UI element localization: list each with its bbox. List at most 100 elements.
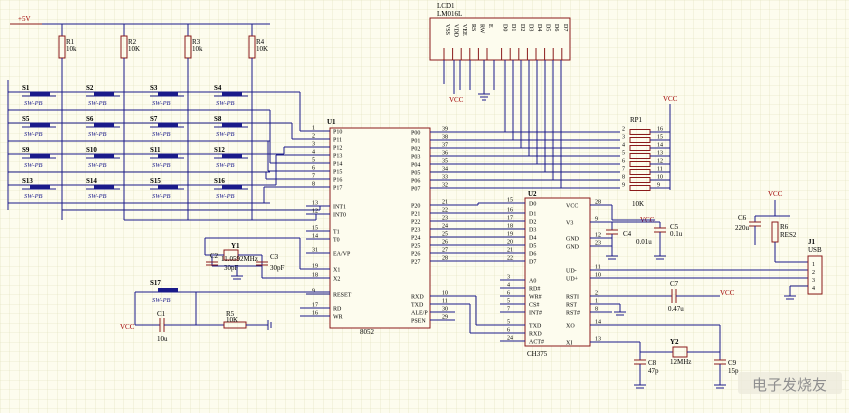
- watermark-text: 电子发烧友: [752, 377, 827, 394]
- mcu-pin-number: 36: [442, 151, 448, 157]
- c2-ref: C2: [210, 252, 219, 260]
- switch-ref: S6: [86, 115, 94, 123]
- u2-pin-number: 6: [507, 328, 510, 334]
- switch-type: SW-PB: [216, 162, 235, 169]
- lcd-pin-label: RW: [478, 24, 484, 34]
- mcu-pin-name: RD: [333, 307, 342, 313]
- mcu-pin-name: P14: [333, 162, 342, 168]
- switch-ref: S5: [22, 115, 30, 123]
- rp1-pin-right: 13: [657, 151, 663, 157]
- y2-value: 12MHz: [670, 358, 691, 366]
- rp1-pin-left: 7: [622, 167, 625, 173]
- switch-ref: S1: [22, 84, 30, 92]
- mcu-pin-number: 29: [442, 315, 448, 321]
- mcu-pin-number: 38: [442, 135, 448, 141]
- u2-pin-number: 16: [507, 208, 513, 214]
- rp1-pin-left: 3: [622, 135, 625, 141]
- u2-pin-name: D2: [529, 220, 536, 226]
- mcu-pin-number: 15: [312, 226, 318, 232]
- switch-ref: S10: [86, 146, 97, 154]
- lcd-pin-label: VDD: [453, 24, 459, 38]
- mcu-pin-number: 3: [312, 142, 315, 148]
- u2-pin-name: UD-: [566, 269, 577, 275]
- j1-ref: J1: [808, 238, 816, 246]
- mcu-pin-name: P12: [333, 146, 342, 152]
- c3-value: 30pF: [270, 264, 285, 272]
- u2-pin-name: RXD: [529, 332, 542, 338]
- r6-value: RES2: [780, 231, 797, 239]
- u2-pin-number: 4: [507, 283, 510, 289]
- rp1-vcc-label: VCC: [663, 95, 678, 103]
- mcu-pin-name: X1: [333, 268, 340, 274]
- j1-pin-number: 3: [812, 278, 815, 284]
- u2-pin-name: CS#: [529, 303, 539, 309]
- rp1-pin-right: 15: [657, 135, 663, 141]
- c8-value: 47p: [648, 367, 659, 375]
- switch-type: SW-PB: [216, 100, 235, 107]
- mcu-pin-name: P21: [411, 212, 420, 218]
- usb-vcc-label: VCC: [768, 190, 783, 198]
- s17-ref: S17: [150, 279, 161, 287]
- mcu-pin-name: P22: [411, 220, 420, 226]
- switch-ref: S14: [86, 177, 97, 185]
- u2-pin-number: 24: [507, 336, 513, 342]
- mcu-pin-name: WR: [333, 315, 343, 321]
- rp1-pin-right: 11: [657, 167, 663, 173]
- mcu-pin-number: 22: [442, 208, 448, 214]
- mcu-pin-name: P13: [333, 154, 342, 160]
- u2-pin-name: RST: [566, 303, 577, 309]
- mcu-pin-number: 25: [442, 232, 448, 238]
- mcu-pin-name: P25: [411, 244, 420, 250]
- u2-pin-number: 7: [507, 307, 510, 313]
- u2-pin-number: 5: [507, 320, 510, 326]
- u2-pin-number: 3: [507, 275, 510, 281]
- y2-ref: Y2: [670, 338, 679, 346]
- switch-type: SW-PB: [152, 131, 171, 138]
- u2-pin-name: D6: [529, 252, 536, 258]
- mcu-pin-name: P15: [333, 170, 342, 176]
- u2-pin-name: A0: [529, 279, 536, 285]
- rp1-pin-right: 9: [657, 183, 660, 189]
- u2-pin-name: D1: [529, 212, 536, 218]
- switch-ref: S16: [214, 177, 225, 185]
- lcd-pin-label: D1: [510, 24, 516, 31]
- mcu-pin-name: P10: [333, 130, 342, 136]
- c8-ref: C8: [648, 359, 657, 367]
- rp1-pin-right: 14: [657, 143, 663, 149]
- lcd-pin-label: D4: [536, 24, 542, 31]
- switch-type: SW-PB: [152, 162, 171, 169]
- lcd-designator: LCD1: [437, 2, 455, 10]
- switch-type: SW-PB: [216, 131, 235, 138]
- mcu-pin-number: 2: [312, 134, 315, 140]
- mcu-pin-number: 13: [312, 201, 318, 207]
- lcd-pin-label: D6: [553, 24, 559, 31]
- r3-value: 10k: [192, 45, 203, 53]
- lcd-pin-label: D5: [545, 24, 551, 31]
- lcd-pin-label: VSS: [444, 24, 450, 35]
- mcu-pin-number: 7: [312, 174, 315, 180]
- u2-pin-name: D0: [529, 202, 536, 208]
- rp1-pin-left: 8: [622, 175, 625, 181]
- mcu-pin-name: PSEN: [411, 319, 426, 325]
- switch-type: SW-PB: [152, 100, 171, 107]
- u2-pin-name: RD#: [529, 287, 540, 293]
- c3-ref: C3: [270, 253, 279, 261]
- u2-pin-name: INT#: [529, 311, 542, 317]
- y1-ref: Y1: [231, 242, 240, 250]
- switch-ref: S4: [214, 84, 222, 92]
- usb-chip-designator: U2: [528, 190, 537, 198]
- mcu-pin-name: P27: [411, 260, 420, 266]
- u2-pin-name: XI: [566, 341, 572, 347]
- mcu-pin-name: P26: [411, 252, 420, 258]
- mcu-pin-name: P16: [333, 178, 342, 184]
- mcu-pin-name: TXD: [411, 303, 424, 309]
- c4-value: 0.01u: [636, 238, 652, 246]
- mcu-pin-number: 23: [442, 216, 448, 222]
- mcu-pin-name: P07: [411, 187, 420, 193]
- c7-vcc-label: VCC: [720, 289, 735, 297]
- lcd-pin-label: D7: [562, 24, 568, 31]
- rp1-pin-left: 4: [622, 143, 625, 149]
- mcu-pin-number: 14: [312, 234, 318, 240]
- mcu-pin-name: INT0: [333, 213, 346, 219]
- mcu-pin-name: EA/VP: [333, 252, 351, 258]
